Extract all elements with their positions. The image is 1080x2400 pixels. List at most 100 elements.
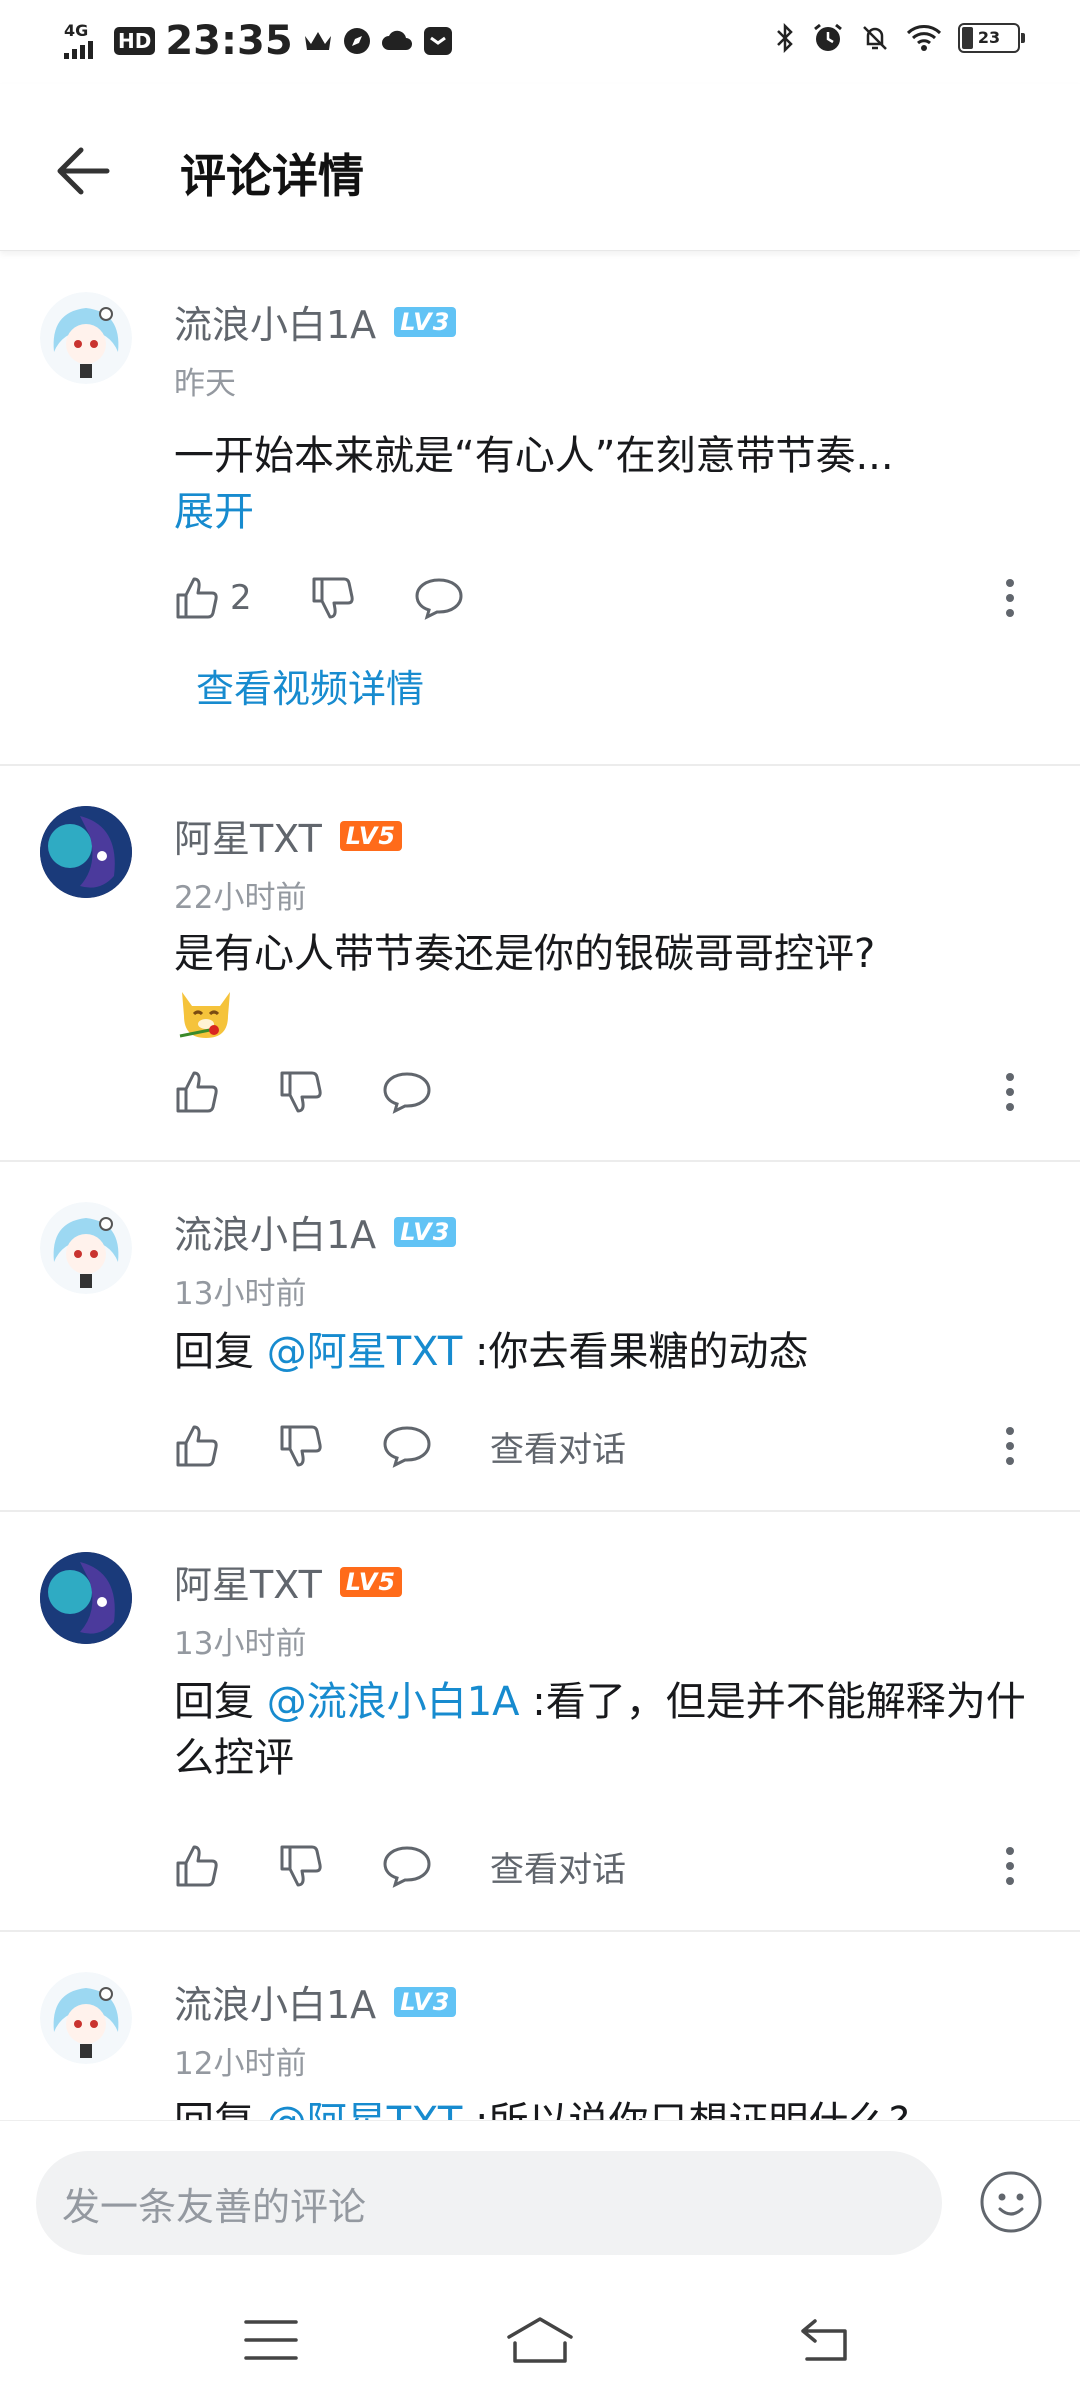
comment-time: 12小时前 [174,2046,307,2082]
home-button[interactable] [505,2310,575,2370]
reply-button[interactable] [414,576,464,620]
cloud-icon [381,30,412,50]
more-button[interactable] [990,568,1030,628]
level-badge: LV3 [394,306,457,337]
comment-item: 流浪小白1A LV3 13小时前 回复 @阿星TXT :你去看果糖的动态 查看对… [0,1162,1080,1512]
signal-group: 4G [64,23,104,59]
level-badge: LV5 [339,820,403,851]
like-button[interactable]: 2 [174,575,252,621]
comment-input-placeholder: 发一条友善的评论 [62,2184,367,2229]
view-video-details-link[interactable]: 查看视频详情 [196,658,424,713]
comment-item: 阿星TXT LV5 13小时前 回复 @流浪小白1A :看了，但是并不能解释为什… [0,1512,1080,1932]
like-button[interactable] [174,1843,220,1889]
network-type: 4G [64,21,89,40]
comment-bubble-icon [383,1072,431,1114]
username[interactable]: 流浪小白1A [174,1974,376,2029]
comment-text: 一开始本来就是“有心人”在刻意带节奏... 展开 [174,428,1034,540]
more-vertical-icon [1006,1427,1014,1465]
dog-emoji-icon [179,992,230,1038]
user-row: 阿星TXT LV5 [174,1554,403,1609]
avatar-character-icon [40,806,132,898]
more-vertical-icon [1006,579,1014,617]
like-button[interactable] [174,1423,220,1469]
username[interactable]: 阿星TXT [174,1554,322,1609]
view-conversation-button[interactable]: 查看对话 [490,1422,626,1471]
comment-content: 是有心人带节奏还是你的银碳哥哥控评? [174,931,876,977]
back-button[interactable] [48,136,118,206]
thumbs-up-icon [176,1845,218,1887]
comment-item: 阿星TXT LV5 22小时前 是有心人带节奏还是你的银碳哥哥控评? [0,766,1080,1162]
comment-input[interactable]: 发一条友善的评论 [36,2151,942,2255]
compass-icon [343,28,370,54]
dislike-button[interactable] [278,1423,324,1469]
like-button[interactable] [174,1069,220,1115]
like-count: 2 [230,578,252,618]
menu-lines-icon [244,2320,298,2360]
username[interactable]: 流浪小白1A [174,294,376,349]
thumbs-down-icon [280,1845,322,1887]
more-vertical-icon [1006,1073,1014,1111]
return-arrow-icon [801,2319,847,2361]
avatar[interactable] [40,1972,132,2064]
clock: 23:35 [165,18,293,64]
status-bar: 4G HD 23:35 23 [0,0,1080,84]
comment-text: 是有心人带节奏还是你的银碳哥哥控评? [174,926,1034,1061]
thumbs-up-icon [176,1425,218,1467]
thumbs-down-icon [280,1425,322,1467]
battery-indicator: 23 [958,23,1025,53]
bluetooth-icon [777,23,793,53]
more-button[interactable] [990,1416,1030,1476]
mention-link[interactable]: @阿星TXT [267,1329,463,1375]
emoji-face-icon [980,2171,1042,2233]
view-conversation-button[interactable]: 查看对话 [490,1842,626,1891]
more-vertical-icon [1006,1847,1014,1885]
thumbs-up-icon [176,1071,218,1113]
battery-tip [1021,33,1025,43]
username[interactable]: 流浪小白1A [174,1204,376,1259]
comment-input-bar: 发一条友善的评论 [0,2120,1080,2281]
battery-level: 23 [977,28,1001,47]
home-icon [507,2317,573,2363]
comment-bubble-icon [383,1846,431,1888]
recent-apps-button[interactable] [236,2310,306,2370]
comment-actions: 查看对话 [174,1416,626,1476]
avatar[interactable] [40,1202,132,1294]
comment-content: :你去看果糖的动态 [462,1329,809,1375]
message-app-icon [423,27,452,55]
page-title: 评论详情 [180,149,364,203]
thumbs-up-icon [176,577,218,619]
comment-actions: 2 [174,568,522,628]
comment-actions: 查看对话 [174,1836,626,1896]
battery-fill [962,27,973,49]
back-nav-button[interactable] [790,2310,860,2370]
avatar[interactable] [40,292,132,384]
dislike-button[interactable] [278,1069,324,1115]
emoji-button[interactable] [978,2169,1044,2235]
mention-link[interactable]: @阿星TXT [267,2099,463,2120]
reply-button[interactable] [382,1844,432,1888]
comment-time: 13小时前 [174,1276,307,1312]
avatar-anime-girl-icon [40,1972,132,2064]
comment-list[interactable]: 流浪小白1A LV3 昨天 一开始本来就是“有心人”在刻意带节奏... 展开 2 [0,252,1080,2120]
reply-button[interactable] [382,1070,432,1114]
dislike-button[interactable] [278,1843,324,1889]
avatar[interactable] [40,1552,132,1644]
avatar-anime-girl-icon [40,1202,132,1294]
arrow-left-icon [57,147,110,195]
avatar[interactable] [40,806,132,898]
status-left: 4G HD 23:35 [64,18,453,64]
expand-link[interactable]: 展开 [174,489,254,535]
user-row: 流浪小白1A LV3 [174,294,457,349]
page-header: 评论详情 [0,84,1080,251]
mention-link[interactable]: @流浪小白1A [267,1679,520,1725]
status-right: 23 [774,22,1025,54]
system-nav-bar [0,2280,1080,2400]
comment-bubble-icon [383,1426,431,1468]
more-button[interactable] [990,1836,1030,1896]
comment-text: 回复 @阿星TXT :你去看果糖的动态 [174,1324,1034,1380]
reply-button[interactable] [382,1424,432,1468]
more-button[interactable] [990,1062,1030,1122]
comment-text: 回复 @流浪小白1A :看了，但是并不能解释为什么控评 [174,1674,1044,1786]
dislike-button[interactable] [310,575,356,621]
username[interactable]: 阿星TXT [174,808,322,863]
